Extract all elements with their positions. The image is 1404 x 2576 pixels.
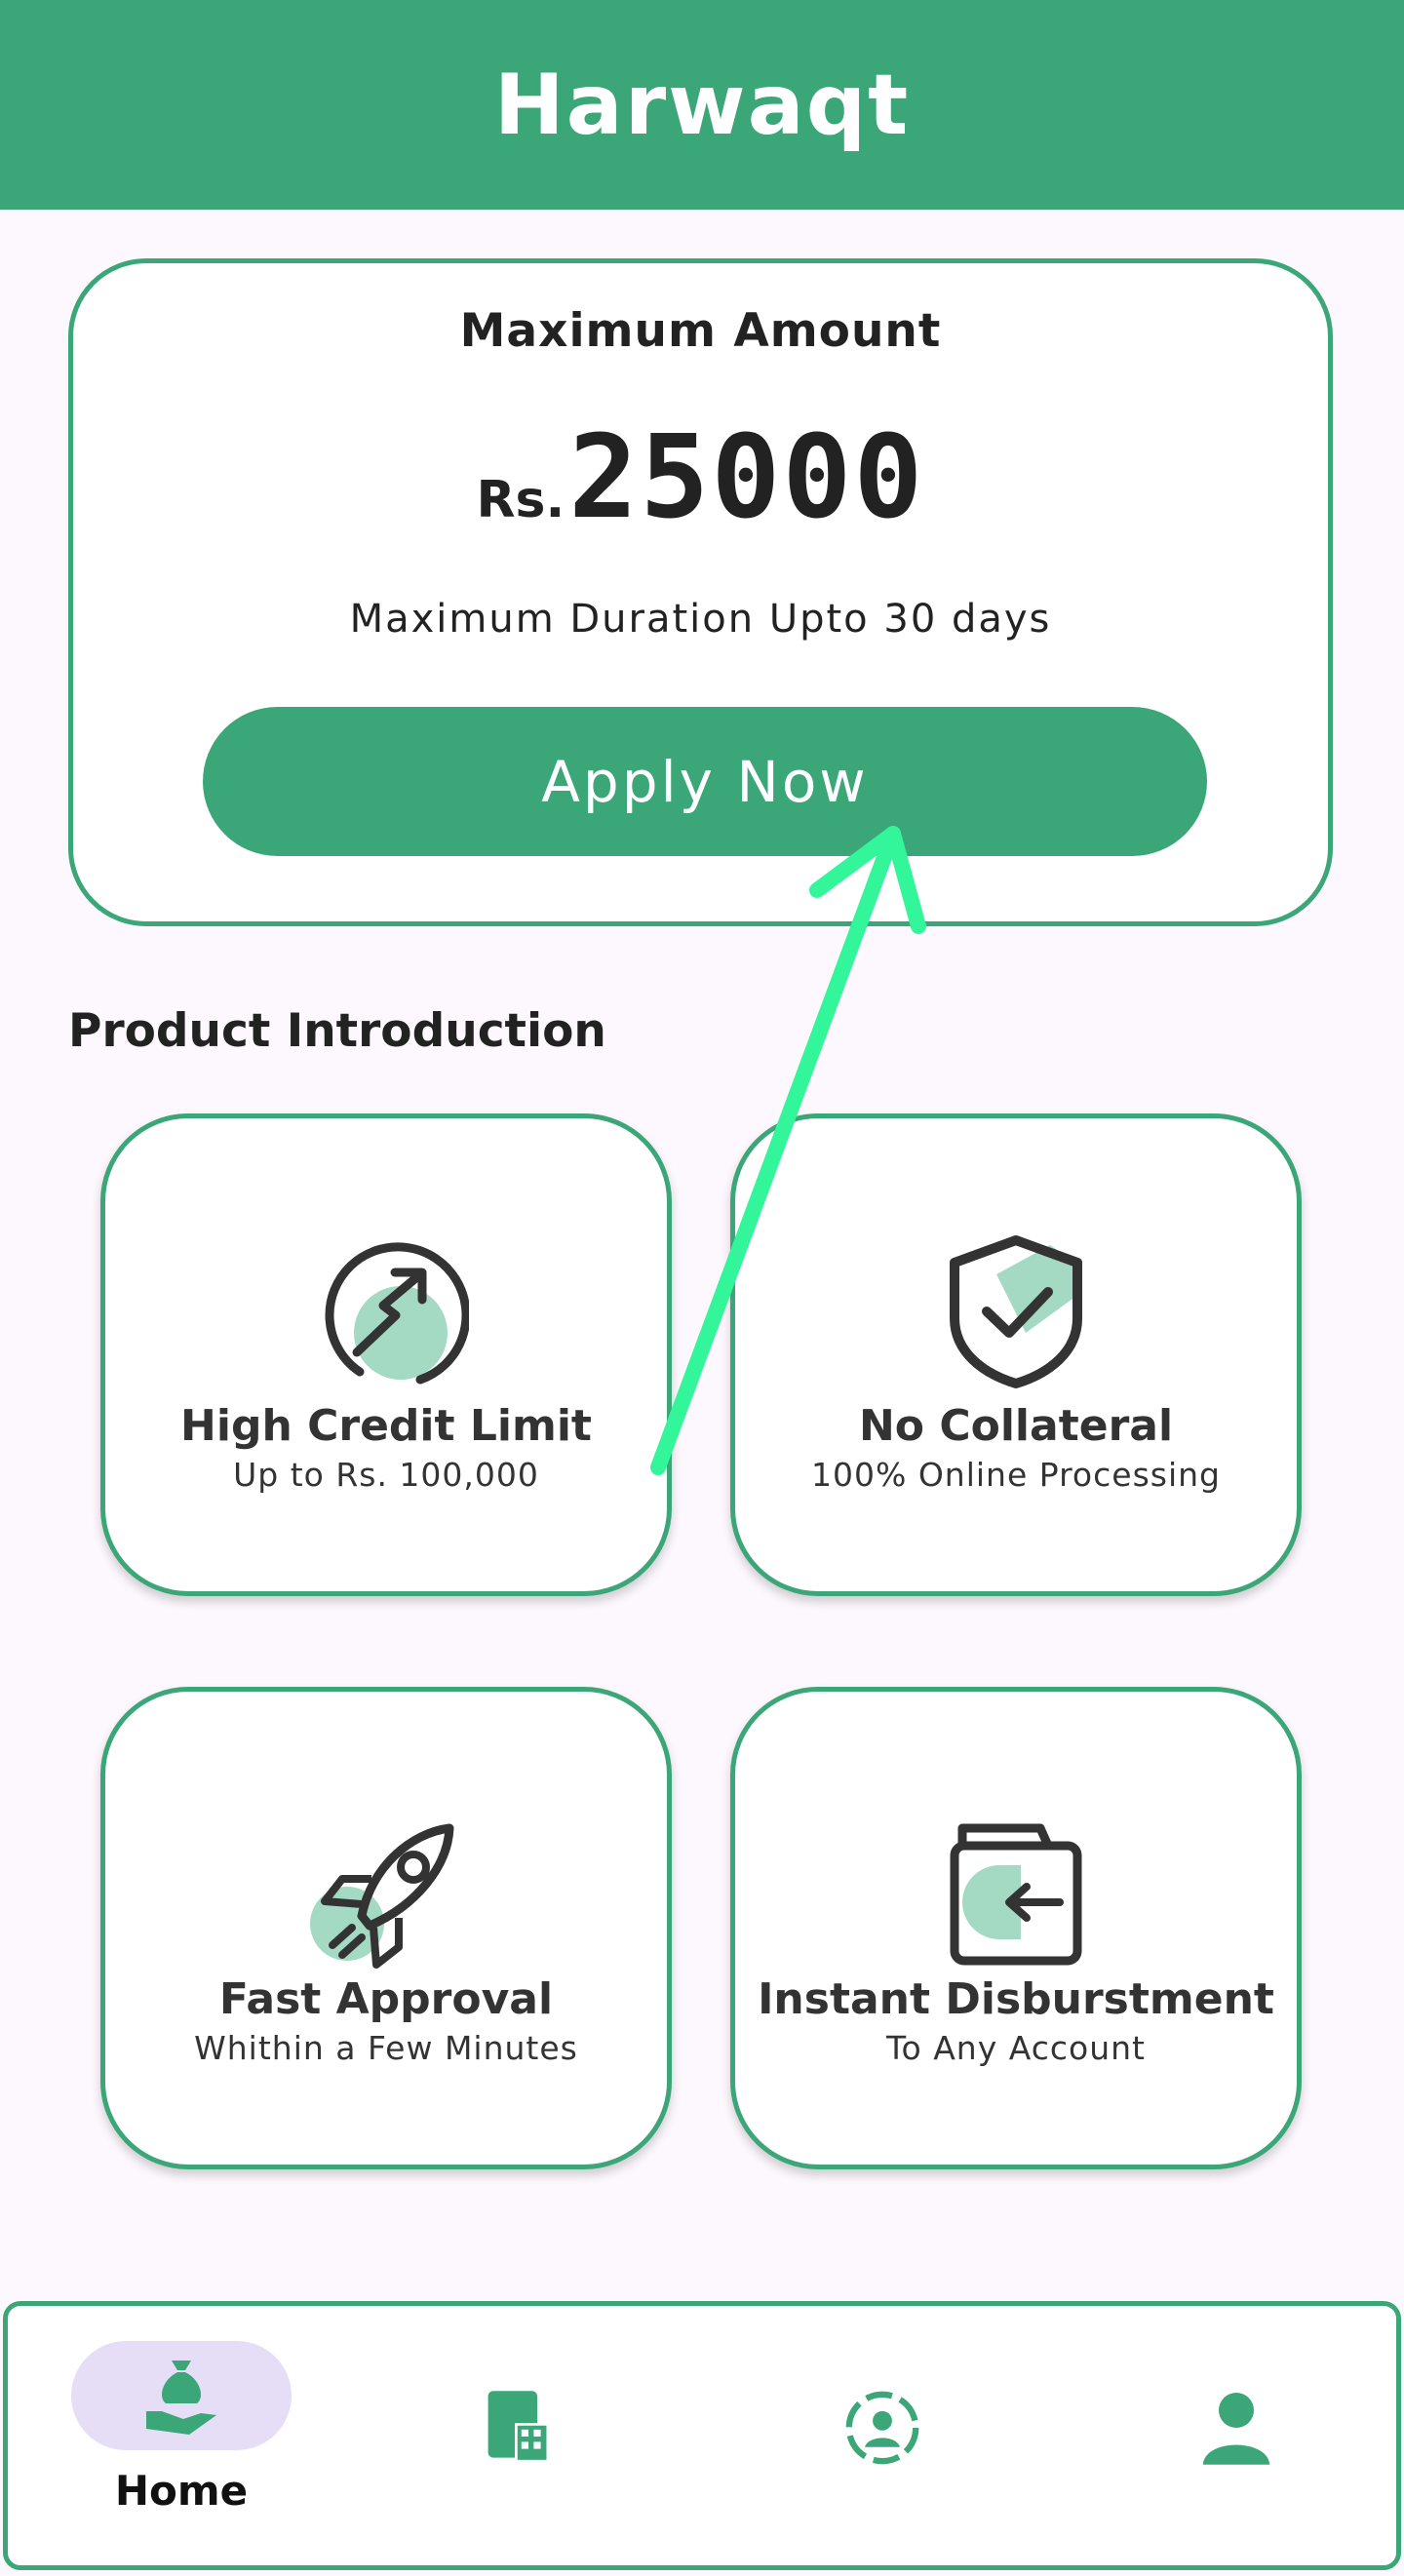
bottom-navigation: Home: [3, 2301, 1401, 2570]
feature-card-fast-approval[interactable]: Fast Approval Whithin a Few Minutes: [100, 1687, 672, 2169]
nav-item-building[interactable]: [476, 2384, 573, 2481]
loan-amount-card: Maximum Amount Rs. 25000 Maximum Duratio…: [68, 258, 1333, 926]
feature-subtitle: Whithin a Few Minutes: [194, 2029, 578, 2067]
rocket-icon: [303, 1809, 469, 1974]
feature-subtitle: To Any Account: [886, 2029, 1146, 2067]
feature-card-instant-disbursement[interactable]: Instant Disburstment To Any Account: [730, 1687, 1302, 2169]
user-scan-icon: [838, 2384, 936, 2476]
building-icon: [476, 2384, 573, 2476]
feature-title: Instant Disburstment: [758, 1974, 1274, 2024]
feature-card-high-credit-limit[interactable]: High Credit Limit Up to Rs. 100,000: [100, 1113, 672, 1596]
feature-subtitle: Up to Rs. 100,000: [233, 1456, 539, 1494]
wallet-transfer-icon: [933, 1807, 1099, 1972]
apply-now-button[interactable]: Apply Now: [203, 707, 1207, 856]
section-title: Product Introduction: [68, 1004, 606, 1058]
amount-heading: Maximum Amount: [459, 304, 942, 358]
amount-number: 25000: [568, 410, 925, 544]
money-bag-hand-icon: [142, 2355, 220, 2439]
feature-card-no-collateral[interactable]: No Collateral 100% Online Processing: [730, 1113, 1302, 1596]
nav-item-user-scan[interactable]: [838, 2384, 936, 2481]
amount-currency: Rs.: [476, 471, 566, 529]
feature-subtitle: 100% Online Processing: [811, 1456, 1221, 1494]
feature-title: High Credit Limit: [180, 1401, 592, 1451]
nav-label-home: Home: [114, 2467, 249, 2515]
feature-title: Fast Approval: [218, 1974, 554, 2024]
nav-item-home[interactable]: Home: [8, 2306, 355, 2565]
amount-value: Rs. 25000: [73, 410, 1328, 544]
credit-growth-icon: [303, 1235, 471, 1401]
app-title: Harwaqt: [493, 56, 911, 154]
app-header: Harwaqt: [0, 0, 1404, 210]
person-icon: [1192, 2384, 1290, 2476]
feature-title: No Collateral: [858, 1401, 1174, 1451]
nav-item-profile[interactable]: [1192, 2384, 1290, 2481]
amount-duration: Maximum Duration Upto 30 days: [349, 597, 1052, 642]
shield-check-icon: [933, 1226, 1099, 1391]
